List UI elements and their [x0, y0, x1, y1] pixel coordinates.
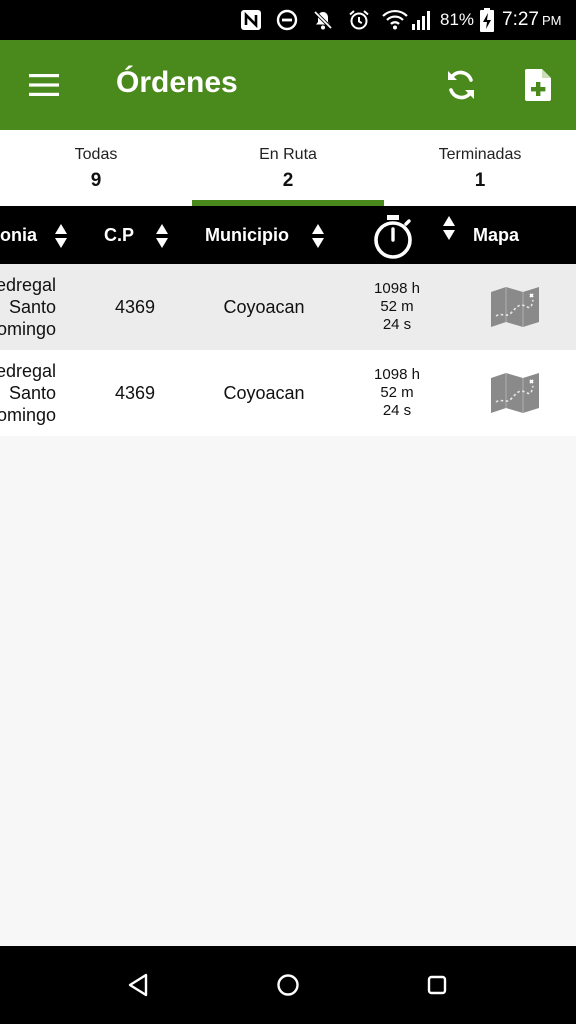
- battery-percentage: 81%: [439, 10, 475, 29]
- alarm-icon: [346, 8, 372, 32]
- colonia-cell: edregal Santo omingo: [0, 275, 56, 339]
- signal-icon: [410, 8, 434, 32]
- sort-icon[interactable]: [442, 215, 456, 241]
- menu-icon: [29, 74, 59, 96]
- new-order-button[interactable]: [516, 63, 560, 107]
- sort-icon[interactable]: [54, 223, 68, 249]
- header-municipio[interactable]: Municipio: [205, 206, 289, 264]
- do-not-disturb-icon: [274, 8, 300, 32]
- notifications-off-icon: [310, 8, 336, 32]
- tab-count: 2: [282, 170, 294, 191]
- back-button[interactable]: [118, 965, 158, 1005]
- header-cp[interactable]: C.P: [104, 206, 134, 264]
- table-row[interactable]: edregal Santo omingo 4369 Coyoacan 1098 …: [0, 350, 576, 436]
- status-bar: 81% 7:27 PM: [0, 0, 576, 40]
- header-colonia[interactable]: onia: [0, 206, 37, 264]
- table-header: onia C.P Municipio Mapa: [0, 206, 576, 264]
- back-icon: [128, 973, 148, 997]
- home-icon: [277, 974, 299, 996]
- clock: 7:27 PM: [502, 9, 562, 30]
- tab-terminadas[interactable]: Terminadas 1: [384, 130, 576, 206]
- recents-icon: [427, 975, 447, 995]
- map-button[interactable]: [484, 350, 546, 436]
- refresh-button[interactable]: [439, 63, 483, 107]
- header-mapa: Mapa: [473, 224, 520, 245]
- system-nav-bar: [0, 946, 576, 1024]
- elapsed-time-cell: 1098 h 52 m 24 s: [374, 366, 420, 419]
- wifi-icon: [381, 8, 409, 32]
- recents-button[interactable]: [417, 965, 457, 1005]
- colonia-cell: edregal Santo omingo: [0, 361, 56, 425]
- page-title: Órdenes: [116, 66, 238, 99]
- cp-cell: 4369: [114, 296, 156, 317]
- menu-button[interactable]: [22, 63, 66, 107]
- tab-count: 1: [474, 170, 486, 191]
- refresh-icon: [448, 70, 474, 100]
- map-button[interactable]: [484, 264, 546, 350]
- sort-icon[interactable]: [311, 223, 325, 249]
- tab-todas[interactable]: Todas 9: [0, 130, 192, 206]
- battery-charging-icon: [478, 8, 496, 32]
- municipio-cell: Coyoacan: [223, 382, 305, 403]
- tab-count: 9: [90, 170, 102, 191]
- tab-en-ruta[interactable]: En Ruta 2: [192, 130, 384, 206]
- home-button[interactable]: [268, 965, 308, 1005]
- cp-cell: 4369: [114, 382, 156, 403]
- elapsed-time-cell: 1098 h 52 m 24 s: [374, 280, 420, 333]
- app-bar: Órdenes: [0, 40, 576, 130]
- nfc-icon: [238, 8, 264, 32]
- map-icon: [491, 287, 539, 327]
- map-icon: [491, 373, 539, 413]
- municipio-cell: Coyoacan: [223, 296, 305, 317]
- table-row[interactable]: edregal Santo omingo 4369 Coyoacan 1098 …: [0, 264, 576, 350]
- sort-icon[interactable]: [155, 223, 169, 249]
- order-tabs: Todas 9 En Ruta 2 Terminadas 1: [0, 130, 576, 206]
- new-document-icon: [525, 69, 551, 101]
- stopwatch-icon[interactable]: [372, 214, 414, 260]
